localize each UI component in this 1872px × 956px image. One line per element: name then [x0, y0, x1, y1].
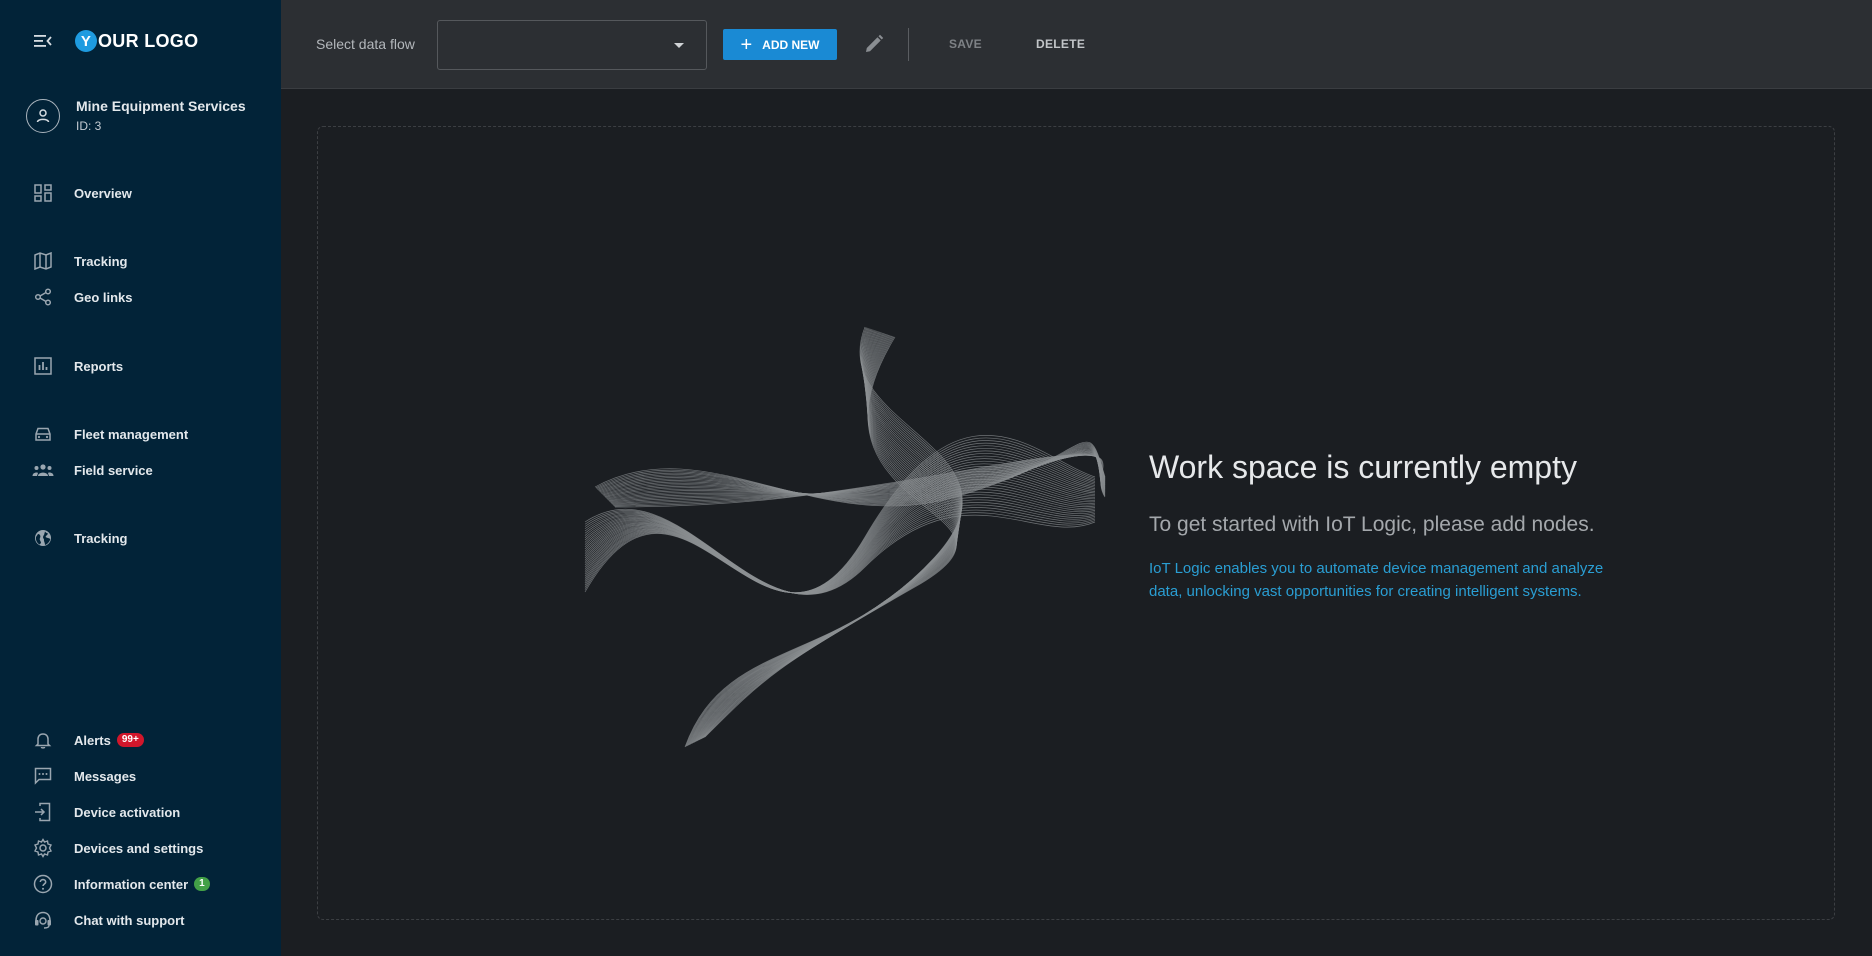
message-icon [32, 765, 54, 787]
menu-collapse-icon[interactable] [34, 33, 52, 49]
sidebar-item-label: Tracking [74, 253, 128, 269]
people-icon [32, 459, 54, 481]
share-icon [32, 286, 54, 308]
account-avatar [26, 98, 60, 133]
logo-text: OUR LOGO [98, 30, 199, 51]
bar-chart-icon [32, 355, 54, 377]
data-flow-label: Select data flow [316, 36, 415, 52]
pencil-icon[interactable] [863, 33, 885, 55]
chevron-down-icon [674, 43, 684, 48]
sidebar-item-label: Geo links [74, 289, 133, 305]
account-name: Mine Equipment Services [76, 98, 246, 114]
plus-icon: + [740, 33, 753, 56]
dashboard-icon [32, 182, 54, 204]
sidebar: Y OUR LOGO Mine Equipment Services ID: 3… [0, 0, 281, 956]
information-center-badge: 1 [194, 877, 210, 891]
sidebar-item-label: Fleet management [74, 426, 189, 442]
sidebar-item-messages[interactable]: Messages [32, 764, 136, 788]
sidebar-item-label: Field service [74, 462, 153, 478]
account-card[interactable]: Mine Equipment Services ID: 3 [26, 98, 246, 133]
sidebar-item-label: Overview [74, 185, 132, 201]
toolbar-divider [908, 28, 909, 61]
sidebar-item-label: Messages [74, 768, 137, 784]
sidebar-item-tracking[interactable]: Tracking [32, 249, 127, 273]
sidebar-item-fleet-management[interactable]: Fleet management [32, 422, 188, 446]
sidebar-item-device-activation[interactable]: Device activation [32, 800, 180, 824]
sidebar-item-overview[interactable]: Overview [32, 181, 132, 205]
wave-illustration [584, 326, 1106, 748]
car-icon [32, 423, 54, 445]
account-id: ID: 3 [76, 119, 102, 133]
sidebar-item-information-center[interactable]: Information center 1 [32, 872, 210, 896]
sidebar-item-label: Reports [74, 358, 124, 374]
workspace-canvas[interactable]: Work space is currently empty To get sta… [317, 126, 1835, 920]
sidebar-item-reports[interactable]: Reports [32, 354, 123, 378]
sidebar-item-geo-links[interactable]: Geo links [32, 285, 133, 309]
empty-state-subtitle: To get started with IoT Logic, please ad… [1149, 513, 1595, 536]
sidebar-item-label: Chat with support [74, 912, 185, 928]
sidebar-item-field-service[interactable]: Field service [32, 458, 153, 482]
user-icon [36, 108, 50, 122]
gear-icon [32, 837, 54, 859]
sidebar-item-tracking-globe[interactable]: Tracking [32, 526, 127, 550]
empty-state-description: IoT Logic enables you to automate device… [1149, 560, 1604, 600]
sidebar-item-label: Devices and settings [74, 840, 204, 856]
add-new-label: ADD NEW [762, 37, 820, 52]
toolbar: Select data flow + ADD NEW SAVE DELETE [281, 0, 1872, 89]
bell-icon [32, 729, 54, 751]
sidebar-item-chat-support[interactable]: Chat with support [32, 908, 185, 932]
sidebar-item-label: Information center [74, 876, 189, 892]
logo[interactable]: Y OUR LOGO [75, 30, 198, 52]
alerts-badge: 99+ [116, 733, 144, 747]
device-activation-icon [32, 801, 54, 823]
sidebar-item-devices-settings[interactable]: Devices and settings [32, 836, 203, 860]
globe-icon [32, 527, 54, 549]
save-button[interactable]: SAVE [949, 37, 982, 51]
sidebar-item-label: Tracking [74, 530, 128, 546]
map-icon [32, 250, 54, 272]
sidebar-item-label: Alerts [74, 732, 111, 748]
headset-icon [32, 909, 54, 931]
sidebar-item-label: Device activation [74, 804, 181, 820]
help-icon [32, 873, 54, 895]
empty-state-title: Work space is currently empty [1149, 449, 1577, 485]
add-new-button[interactable]: + ADD NEW [723, 29, 837, 60]
logo-row: Y OUR LOGO [34, 30, 198, 52]
sidebar-item-alerts[interactable]: Alerts 99+ [32, 728, 144, 752]
data-flow-select[interactable] [437, 20, 707, 70]
logo-mark: Y [75, 30, 97, 52]
delete-button[interactable]: DELETE [1036, 37, 1085, 51]
